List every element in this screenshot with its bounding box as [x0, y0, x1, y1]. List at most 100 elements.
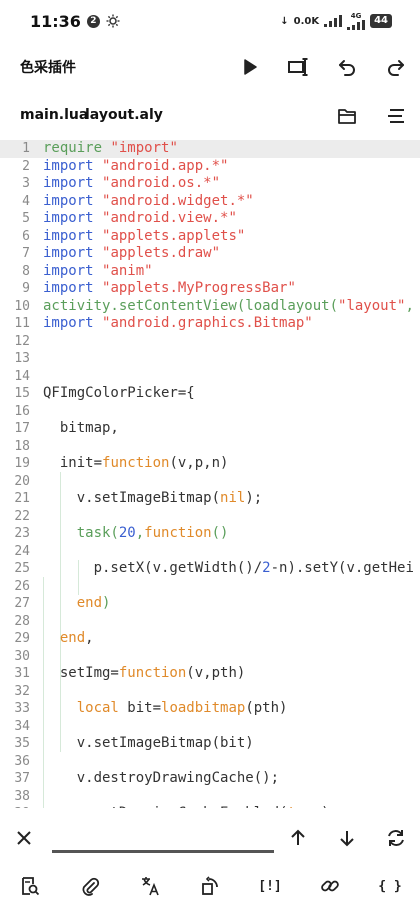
paperclip-icon[interactable] [78, 874, 102, 898]
code-line[interactable]: 23 task(20,function() [0, 525, 420, 543]
code-line[interactable]: 39 v.setDrawingCacheEnabled(true); [0, 805, 420, 808]
arrow-down-icon[interactable] [335, 826, 359, 850]
code-line[interactable]: 31 setImg=function(v,pth) [0, 665, 420, 683]
code-line[interactable]: 13 [0, 350, 420, 368]
code-token: end [43, 630, 86, 646]
code-token: , [405, 297, 414, 314]
file-tab-bar: main.lua layout.aly [0, 100, 420, 132]
code-line[interactable]: 18 [0, 438, 420, 456]
line-number: 30 [14, 648, 30, 664]
run-icon[interactable] [238, 55, 262, 79]
code-token: setImg= [43, 665, 119, 681]
code-line[interactable]: 17 bitmap, [0, 420, 420, 438]
bracket-bang-icon[interactable]: [!] [258, 874, 282, 898]
code-line[interactable]: 7 import "applets.draw" [0, 245, 420, 263]
code-line[interactable]: 32 [0, 683, 420, 701]
format-icon[interactable] [286, 55, 310, 79]
code-line[interactable]: 19 init=function(v,p,n) [0, 455, 420, 473]
code-token: (v,pth) [186, 665, 246, 681]
code-line[interactable]: 9 import "applets.MyProgressBar" [0, 280, 420, 298]
line-number: 22 [14, 508, 30, 524]
code-token: function [118, 665, 187, 681]
code-token: "applets.applets" [102, 227, 246, 244]
code-text: import "android.view.*" [43, 210, 237, 228]
code-line[interactable]: 24 [0, 543, 420, 561]
net-type: 4G [350, 11, 362, 20]
code-line[interactable]: 26 [0, 578, 420, 596]
undo-icon[interactable] [335, 55, 359, 79]
code-line[interactable]: 6 import "applets.applets" [0, 228, 420, 246]
code-line[interactable]: 10 activity.setContentView(loadlayout("la… [0, 298, 420, 316]
tab-main-lua[interactable]: main.lua [20, 107, 88, 123]
tab-layout-aly[interactable]: layout.aly [85, 107, 163, 123]
replace-icon[interactable] [384, 826, 408, 850]
line-number: 35 [14, 736, 30, 751]
code-token: QFImgColorPicker={ [43, 385, 195, 401]
code-line[interactable]: 35 v.setImageBitmap(bit) [0, 735, 420, 753]
code-line[interactable]: 12 [0, 333, 420, 351]
line-number: 25 [14, 561, 30, 576]
translate-icon[interactable] [138, 874, 162, 898]
code-line[interactable]: 1 require "import" [0, 140, 420, 158]
code-line[interactable]: 11 import "android.graphics.Bitmap" [0, 315, 420, 333]
code-token: end [43, 595, 103, 611]
code-editor[interactable]: 1 require "import" 2 import "android.app.*"… [0, 140, 420, 808]
link-icon[interactable] [318, 874, 342, 898]
code-line[interactable]: 16 [0, 403, 420, 421]
code-token: task( [43, 525, 119, 541]
code-line[interactable]: 36 [0, 753, 420, 771]
code-line[interactable]: 15 QFImgColorPicker={ [0, 385, 420, 403]
code-token: function [102, 455, 170, 471]
code-line[interactable]: 38 [0, 788, 420, 806]
code-token: p.setX(v.getWidth()/ [43, 560, 263, 576]
braces-icon[interactable]: { } [378, 874, 402, 898]
code-line[interactable]: 4 import "android.widget.*" [0, 193, 420, 211]
line-number: 13 [14, 351, 30, 366]
code-line[interactable]: 25 p.setX(v.getWidth()/2-n).setY(v.getHe… [0, 560, 420, 578]
close-icon[interactable] [12, 826, 36, 850]
code-line[interactable]: 14 [0, 368, 420, 386]
code-line[interactable]: 2 import "android.app.*" [0, 158, 420, 176]
menu-icon[interactable] [384, 104, 408, 128]
code-line[interactable]: 28 [0, 613, 420, 631]
code-token: import [43, 157, 103, 174]
code-line[interactable]: 22 [0, 508, 420, 526]
line-number: 11 [14, 316, 30, 331]
signal-icon-2 [347, 19, 366, 30]
code-token: import [43, 192, 103, 209]
code-line[interactable]: 33 local bit=loadbitmap(pth) [0, 700, 420, 718]
line-number: 16 [14, 403, 30, 419]
code-line[interactable]: 27 end) [0, 595, 420, 613]
code-token: import [43, 280, 103, 296]
code-token: import [43, 210, 103, 226]
line-number: 5 [22, 211, 30, 226]
code-token: "layout" [338, 297, 406, 314]
redo-icon[interactable] [384, 55, 408, 79]
code-token: bit= [118, 700, 162, 716]
line-number: 2 [22, 158, 30, 174]
line-number: 32 [14, 683, 30, 699]
code-line[interactable]: 34 [0, 718, 420, 736]
line-number: 34 [14, 718, 30, 734]
code-line[interactable]: 5 import "android.view.*" [0, 210, 420, 228]
signal-icon [324, 15, 343, 27]
folder-icon[interactable] [335, 104, 359, 128]
code-line[interactable]: 3 import "android.os.*" [0, 175, 420, 193]
find-input[interactable] [52, 850, 274, 853]
battery-indicator: 44 [370, 14, 392, 28]
arrow-up-icon[interactable] [286, 826, 310, 850]
line-number: 33 [14, 701, 30, 716]
code-line[interactable]: 37 v.destroyDrawingCache(); [0, 770, 420, 788]
rotate-icon[interactable] [198, 874, 222, 898]
line-number: 23 [14, 526, 30, 541]
code-line[interactable]: 21 v.setImageBitmap(nil); [0, 490, 420, 508]
code-text: setImg=function(v,pth) [43, 665, 245, 683]
code-line[interactable]: 8 import "anim" [0, 263, 420, 281]
code-line[interactable]: 29 end, [0, 630, 420, 648]
line-number: 21 [14, 491, 30, 506]
code-token: bitmap, [43, 420, 119, 436]
code-line[interactable]: 20 [0, 473, 420, 491]
code-text: end, [43, 630, 94, 648]
search-file-icon[interactable] [18, 874, 42, 898]
code-line[interactable]: 30 [0, 648, 420, 666]
